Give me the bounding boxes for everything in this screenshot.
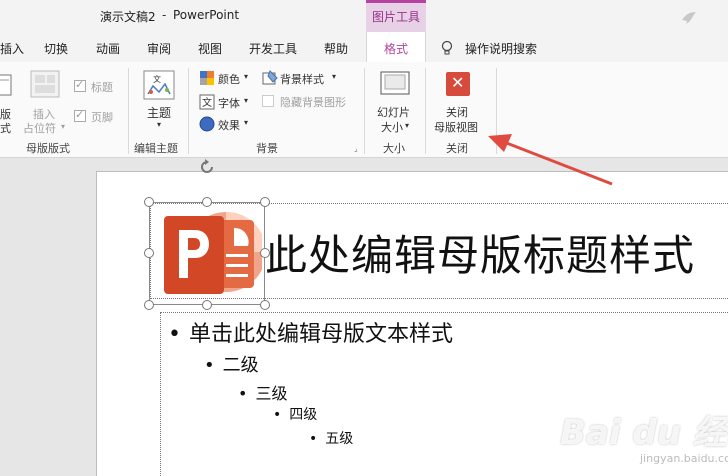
rotate-handle-icon[interactable] — [198, 158, 216, 176]
chevron-down-icon: ▾ — [157, 120, 162, 129]
bullet: • — [238, 384, 248, 403]
slide-size-icon — [380, 71, 410, 95]
group-label-size: 大小 — [383, 142, 405, 155]
list-item-level-1: • 单击此处编辑母版文本样式 — [168, 316, 453, 348]
picture-tools-label: 图片工具 — [372, 10, 421, 24]
layout-label-2[interactable]: 式 — [0, 120, 11, 136]
title-separator: - — [162, 8, 167, 22]
tab-view[interactable]: 视图 — [198, 40, 222, 57]
list-item-level-3: • 三级 — [238, 380, 287, 404]
footer-checkbox-label: 页脚 — [91, 111, 113, 124]
close-master-label-1[interactable]: 关闭 — [446, 104, 468, 120]
resize-handle[interactable] — [202, 300, 212, 310]
footer-checkbox[interactable] — [74, 108, 86, 122]
colors-icon — [200, 71, 214, 85]
effects-button[interactable]: 效果 — [218, 117, 240, 133]
bullet: • — [309, 431, 318, 447]
resize-handle[interactable] — [260, 197, 270, 207]
tab-help[interactable]: 帮助 — [324, 40, 348, 57]
resize-handle[interactable] — [202, 197, 212, 207]
list-item-level-2: • 二级 — [204, 351, 259, 377]
close-master-view-button[interactable] — [446, 72, 470, 96]
theme-label[interactable]: 主题 — [147, 104, 171, 121]
annotation-arrow-icon — [488, 134, 613, 186]
chevron-down-icon: ▾ — [244, 118, 249, 127]
dialog-launcher-icon[interactable]: ⌟ — [354, 144, 358, 153]
resize-handle[interactable] — [144, 197, 154, 207]
bullet: • — [168, 322, 181, 347]
tab-developer[interactable]: 开发工具 — [249, 40, 297, 57]
tab-review[interactable]: 审阅 — [147, 40, 171, 57]
list-item-text: 二级 — [222, 355, 259, 376]
resize-handle[interactable] — [144, 300, 154, 310]
slide-title: 此处编辑母版标题样式 — [265, 231, 696, 280]
picture-selection-frame[interactable] — [149, 202, 265, 305]
tab-format-label: 格式 — [384, 42, 409, 56]
group-label-close: 关闭 — [446, 142, 468, 155]
resize-handle[interactable] — [260, 248, 270, 258]
app-title: PowerPoint — [173, 8, 240, 22]
fonts-icon: 文 — [199, 94, 215, 110]
chevron-down-icon: ▾ — [332, 72, 337, 81]
svg-text:文: 文 — [153, 74, 161, 84]
ribbon: 版 式 插入 占位符 ▾ 标题 页脚 母版版式 文 主题 ▾ 编辑主题 颜色 ▾… — [0, 62, 728, 158]
title-bar: 演示文稿2 - PowerPoint 图片工具 — [0, 0, 728, 32]
group-label-master-layout: 母版版式 — [26, 142, 70, 155]
ribbon-separator — [425, 68, 426, 154]
tab-animations[interactable]: 动画 — [96, 40, 120, 57]
effects-icon — [199, 116, 215, 132]
ribbon-tabs: 插入 切换 动画 审阅 视图 开发工具 帮助 格式 — [0, 32, 728, 62]
hide-background-label: 隐藏背景图形 — [280, 96, 346, 109]
insert-placeholder-icon — [30, 70, 60, 98]
bullet: • — [204, 355, 215, 376]
close-master-label-2[interactable]: 母版视图 — [434, 119, 478, 135]
chevron-down-icon: ▾ — [405, 121, 410, 130]
list-item-text: 三级 — [255, 384, 288, 403]
theme-icon: 文 — [143, 70, 175, 100]
slide-size-label-2[interactable]: 大小 — [381, 119, 403, 135]
ribbon-separator — [128, 68, 129, 154]
tell-me-search[interactable]: 操作说明搜索 — [465, 40, 537, 57]
chevron-down-icon: ▾ — [244, 96, 249, 105]
svg-text:文: 文 — [202, 96, 212, 109]
ribbon-separator — [364, 68, 365, 154]
resize-handle[interactable] — [144, 248, 154, 258]
list-item-level-4: • 四级 — [273, 404, 317, 424]
fonts-button[interactable]: 字体 — [218, 95, 240, 111]
document-title: 演示文稿2 — [100, 10, 156, 24]
tab-insert[interactable]: 插入 — [0, 40, 24, 57]
colors-button[interactable]: 颜色 — [218, 71, 240, 87]
chevron-down-icon: ▾ — [61, 122, 66, 131]
list-item-level-5: • 五级 — [309, 428, 353, 448]
background-styles-button[interactable]: 背景样式 — [280, 71, 324, 87]
slide-size-label-1[interactable]: 幻灯片 — [377, 104, 410, 120]
list-item-text: 四级 — [289, 407, 318, 423]
bullet: • — [273, 407, 282, 423]
lightbulb-icon — [441, 40, 453, 55]
layout-icon — [0, 74, 12, 96]
insert-placeholder-label-2[interactable]: 占位符 — [23, 120, 56, 136]
hide-background-checkbox[interactable] — [262, 95, 274, 107]
list-item-text: 五级 — [325, 431, 354, 447]
group-label-edit-theme: 编辑主题 — [134, 142, 178, 155]
title-checkbox[interactable] — [74, 78, 86, 92]
list-item-text: 单击此处编辑母版文本样式 — [188, 322, 453, 347]
ribbon-separator — [188, 68, 189, 154]
title-checkbox-label: 标题 — [91, 81, 113, 94]
group-label-background: 背景 — [256, 142, 278, 155]
bird-icon — [682, 12, 696, 24]
chevron-down-icon: ▾ — [244, 72, 249, 81]
resize-handle[interactable] — [260, 300, 270, 310]
tab-transitions[interactable]: 切换 — [44, 40, 68, 57]
picture-tools-header: 图片工具 — [366, 0, 426, 32]
background-styles-icon — [262, 70, 278, 85]
baidu-watermark-url: jingyan.baidu.com — [640, 452, 728, 465]
tab-format[interactable]: 格式 — [366, 32, 426, 62]
baidu-watermark: Bai du 经验 — [560, 413, 728, 453]
